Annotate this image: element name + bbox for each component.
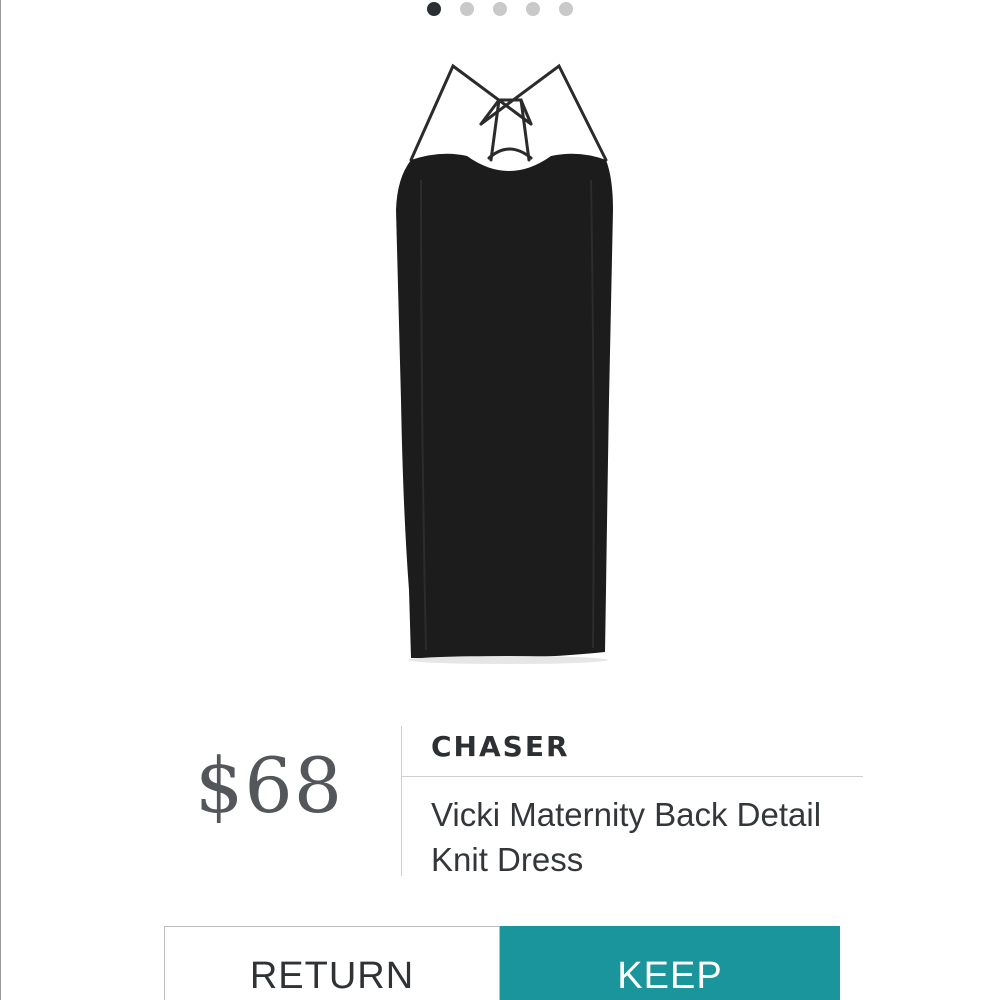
info-divider-horizontal xyxy=(401,776,863,777)
carousel-dot-4[interactable] xyxy=(526,2,540,16)
carousel-dot-5[interactable] xyxy=(559,2,573,16)
return-button[interactable]: RETURN xyxy=(164,926,500,1000)
dress-straps xyxy=(409,63,608,162)
keep-button[interactable]: KEEP xyxy=(500,926,840,1000)
carousel-dot-2[interactable] xyxy=(460,2,474,16)
price: $68 xyxy=(195,741,344,830)
product-image[interactable] xyxy=(381,60,631,670)
carousel-dot-3[interactable] xyxy=(493,2,507,16)
info-divider-vertical xyxy=(401,726,402,876)
product-name: Vicki Maternity Back Detail Knit Dress xyxy=(431,796,822,878)
dress-shadow xyxy=(408,656,608,664)
carousel-dot-1[interactable] xyxy=(427,2,441,16)
brand-name: CHASER xyxy=(431,730,570,763)
dress-body xyxy=(396,153,613,659)
product-card: $68 CHASER Vicki Maternity Back Detail K… xyxy=(0,0,1000,1000)
action-buttons: RETURN KEEP xyxy=(164,926,840,1000)
carousel-dots xyxy=(427,2,573,16)
